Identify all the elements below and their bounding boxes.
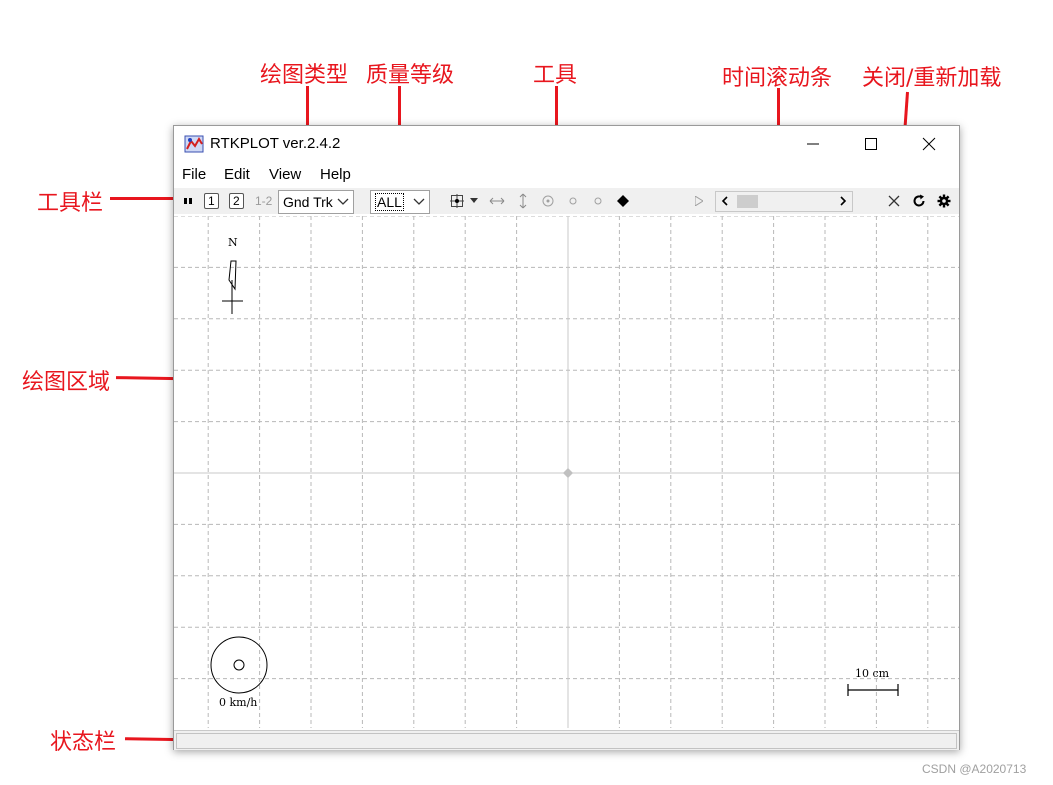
gear-icon [937,194,951,208]
show-marker-button[interactable] [614,192,632,210]
title-bar[interactable]: RTKPLOT ver.2.4.2 [174,126,959,162]
annotation-status-bar: 状态栏 [50,730,117,755]
solution-diff-button[interactable]: 1-2 [255,193,272,209]
play-icon [695,196,703,206]
small-circle-icon [569,197,577,205]
annotation-close-reload: 关闭/重新加载 [862,66,1002,91]
close-icon [888,195,900,207]
show-points-button[interactable] [564,192,582,210]
speed-circle-icon [210,636,268,694]
minimize-icon [807,143,819,145]
small-circle-icon [594,197,602,205]
maximize-button[interactable] [842,126,900,162]
fit-vertical-button[interactable] [514,192,532,210]
rtkplot-window: RTKPLOT ver.2.4.2 File Edit View Help 1 … [173,125,960,750]
menu-view[interactable]: View [269,166,301,183]
close-file-button[interactable] [884,192,904,210]
play-button[interactable] [690,192,708,210]
plot-area[interactable]: N 0 km/h 10 cm [174,216,959,728]
north-label: N [228,236,238,249]
show-error-button[interactable] [589,192,607,210]
origin-marker [563,468,573,478]
menu-bar: File Edit View Help [174,164,959,186]
pause-icon [184,198,192,204]
app-icon [184,135,204,153]
quality-value: ALL [375,193,404,211]
crosshair-icon [450,194,464,208]
speed-center-icon [233,659,245,671]
arrows-horizontal-icon [489,197,505,205]
chevron-down-icon [413,198,425,205]
window-title: RTKPLOT ver.2.4.2 [210,135,341,152]
speed-label: 0 km/h [219,696,258,709]
scale-label: 10 cm [855,667,890,680]
chevron-down-icon [337,198,349,205]
fit-horizontal-button[interactable] [488,192,506,210]
watermark: CSDN @A2020713 [922,762,1027,776]
arrows-vertical-icon [519,193,527,209]
annotation-toolbar: 工具栏 [37,191,104,216]
time-scrollbar[interactable] [715,191,853,212]
annotation-plot-area: 绘图区域 [22,370,111,395]
solution-1-label: 1 [204,193,219,209]
close-icon [922,137,936,151]
show-track-button[interactable] [539,192,557,210]
menu-help[interactable]: Help [320,166,351,183]
reload-icon [913,194,925,207]
menu-edit[interactable]: Edit [224,166,250,183]
chevron-left-icon[interactable] [721,196,729,206]
reload-button[interactable] [909,192,929,210]
scrollbar-thumb[interactable] [737,195,758,208]
triangle-down-icon [470,198,478,203]
quality-select[interactable]: ALL [370,190,430,214]
annotation-tools: 工具 [533,63,578,88]
pause-button[interactable] [182,193,194,209]
status-bar [174,730,959,750]
close-window-button[interactable] [900,126,958,162]
solution-1-button[interactable]: 1 [204,193,219,209]
maximize-icon [865,138,877,150]
chevron-right-icon[interactable] [839,196,847,206]
plot-canvas [174,216,959,728]
solution-2-button[interactable]: 2 [229,193,244,209]
target-icon [542,195,554,207]
minimize-button[interactable] [784,126,842,162]
diamond-icon [617,195,629,207]
plot-type-select[interactable]: Gnd Trk [278,190,354,214]
plot-type-value: Gnd Trk [283,194,333,210]
settings-button[interactable] [934,192,954,210]
center-origin-button[interactable] [448,192,466,210]
annotation-quality-level: 质量等级 [366,63,455,88]
origin-menu-button[interactable] [469,192,479,210]
menu-file[interactable]: File [182,166,206,183]
status-panel [176,733,957,749]
solution-2-label: 2 [229,193,244,209]
annotation-plot-type: 绘图类型 [260,63,349,88]
